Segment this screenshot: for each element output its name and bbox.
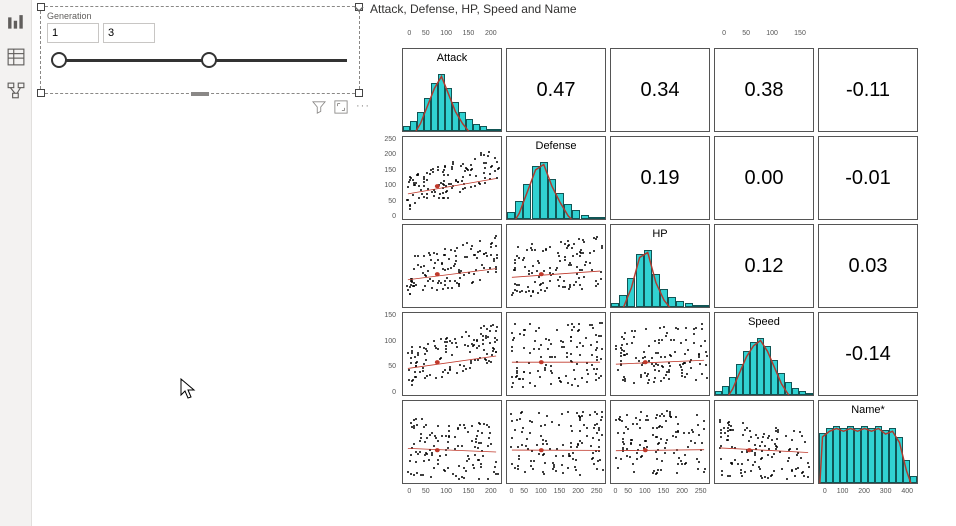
chart-title: Attack, Defense, HP, Speed and Name xyxy=(370,2,577,16)
resize-handle[interactable] xyxy=(37,89,45,97)
variable-label: Name* xyxy=(819,404,917,416)
diag-histogram-Speed: Speed xyxy=(714,312,814,396)
scatter-cell xyxy=(610,400,710,484)
top-axis-ticks: 050100150 xyxy=(714,30,814,44)
more-icon[interactable]: ··· xyxy=(356,100,370,114)
correlation-value: 0.00 xyxy=(714,136,814,220)
scatter-cell xyxy=(402,136,502,220)
correlation-value: -0.11050100150 xyxy=(818,48,918,132)
mouse-cursor xyxy=(180,378,196,400)
y-axis-ticks xyxy=(378,48,398,132)
visual-toolbar: ··· xyxy=(312,100,370,114)
resize-handle[interactable] xyxy=(37,3,45,11)
slider-thumb-max[interactable] xyxy=(201,52,217,68)
bottom-axis-ticks: 050100150200250 xyxy=(506,488,606,502)
variable-label: Defense xyxy=(507,140,605,152)
focus-mode-icon[interactable] xyxy=(334,100,348,114)
scatter-cell xyxy=(506,224,606,308)
scatter-cell xyxy=(402,400,502,484)
scatter-cell xyxy=(402,312,502,396)
slicer-min-input[interactable] xyxy=(47,23,99,43)
left-nav-rail xyxy=(0,0,32,526)
data-view-icon[interactable] xyxy=(7,48,25,66)
bottom-axis-ticks xyxy=(714,488,814,502)
slider-thumb-min[interactable] xyxy=(51,52,67,68)
scatter-cell xyxy=(714,400,814,484)
variable-label: Attack xyxy=(403,52,501,64)
diag-histogram-Name*: Name*0100200300400 xyxy=(818,400,918,484)
bottom-axis-ticks: 0100200300400 xyxy=(818,488,918,502)
report-view-icon[interactable] xyxy=(7,14,25,32)
scatter-cell xyxy=(506,312,606,396)
correlation-value: 0.34 xyxy=(610,48,710,132)
model-view-icon[interactable] xyxy=(7,82,25,100)
top-axis-ticks xyxy=(506,30,606,44)
scatter-matrix: 050100150200050100150Attack0.470.340.38-… xyxy=(378,30,938,500)
correlation-value: 0.19 xyxy=(610,136,710,220)
correlation-value: 0.38 xyxy=(714,48,814,132)
top-axis-ticks xyxy=(610,30,710,44)
slicer-max-input[interactable] xyxy=(103,23,155,43)
scatter-cell xyxy=(506,400,606,484)
correlation-value: 0.12 xyxy=(714,224,814,308)
diag-histogram-Attack: Attack xyxy=(402,48,502,132)
slicer-visual[interactable]: Generation xyxy=(40,6,360,94)
scatter-cell xyxy=(402,224,502,308)
scatter-cell xyxy=(610,312,710,396)
correlation-value: -0.14 xyxy=(818,312,918,396)
resize-handle[interactable] xyxy=(355,89,363,97)
correlation-value: 0.47 xyxy=(506,48,606,132)
variable-label: Speed xyxy=(715,316,813,328)
top-axis-ticks xyxy=(818,30,918,44)
slider-track[interactable] xyxy=(53,59,347,62)
top-axis-ticks: 050100150200 xyxy=(402,30,502,44)
bottom-axis-ticks: 050100150200 xyxy=(402,488,502,502)
y-axis-ticks xyxy=(378,400,398,484)
slicer-title: Generation xyxy=(41,7,359,23)
filter-icon[interactable] xyxy=(312,100,326,114)
correlation-value: 0.030100150200250 xyxy=(818,224,918,308)
bottom-axis-ticks: 050100150200250 xyxy=(610,488,710,502)
diag-histogram-HP: HP xyxy=(610,224,710,308)
variable-label: HP xyxy=(611,228,709,240)
y-axis-ticks xyxy=(378,224,398,308)
y-axis-ticks: 050100150200250 xyxy=(378,136,398,220)
diag-histogram-Defense: Defense xyxy=(506,136,606,220)
y-axis-ticks: 050100150 xyxy=(378,312,398,396)
resize-handle[interactable] xyxy=(191,92,209,96)
correlation-value: -0.01050100150200250 xyxy=(818,136,918,220)
chevron-down-icon[interactable] xyxy=(354,4,364,14)
